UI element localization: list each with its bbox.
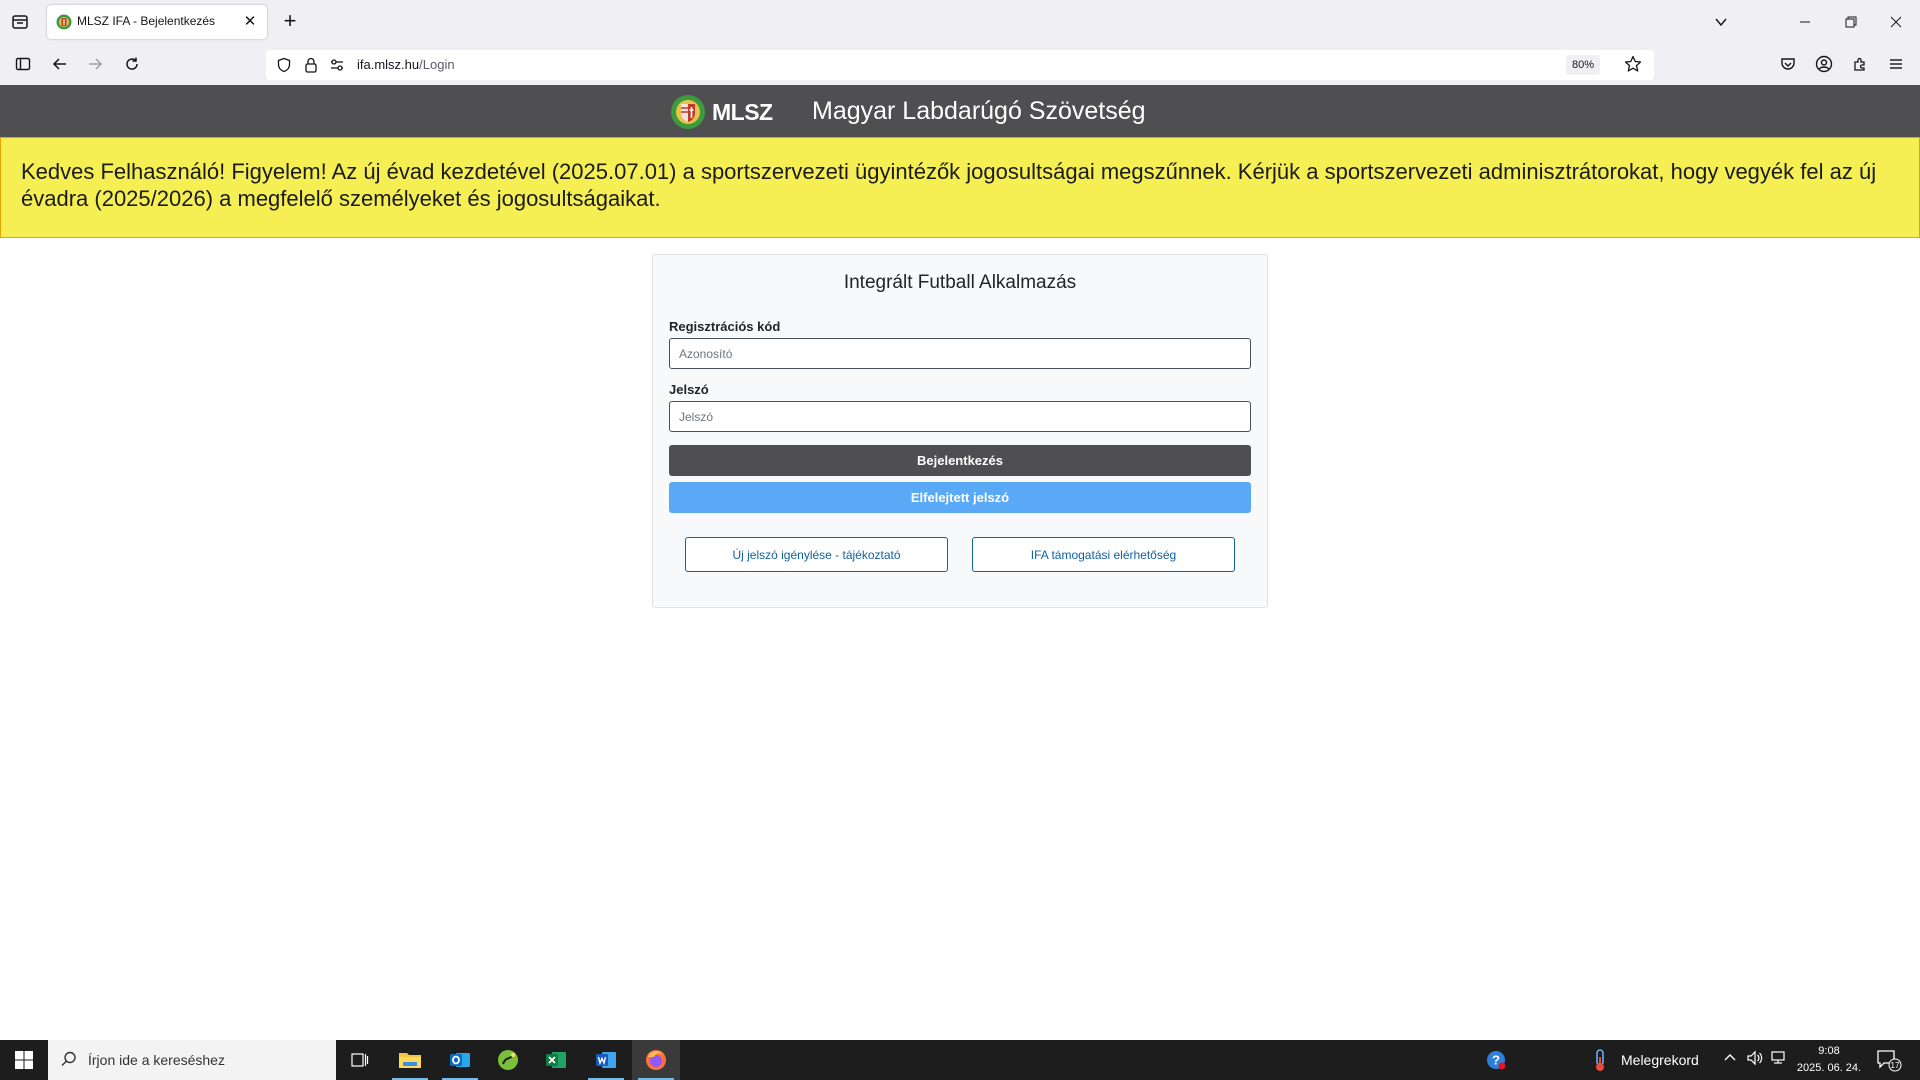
search-placeholder: Írjon ide a kereséshez [88,1052,225,1068]
navigation-toolbar: ifa.mlsz.hu/Login 80% [0,44,1920,85]
url-domain: ifa.mlsz.hu [357,57,420,72]
tab-list-icon[interactable] [8,10,32,34]
plus-icon[interactable]: + [280,7,300,35]
back-icon[interactable] [48,52,72,76]
tab-title: MLSZ IFA - Bejelentkezés [77,14,216,28]
thermometer-icon [1576,1040,1624,1080]
url-path: /Login [419,57,455,72]
excel-icon[interactable] [532,1040,580,1080]
windows-taskbar: Írjon ide a kereséshez ? Melegrekord 9:0… [0,1040,1920,1080]
pocket-icon[interactable] [1776,52,1800,76]
task-view-icon[interactable] [336,1040,384,1080]
file-explorer-icon[interactable] [386,1040,434,1080]
login-card: Integrált Futball Alkalmazás Regisztráci… [652,254,1268,608]
network-icon[interactable] [1769,1050,1787,1069]
close-icon[interactable]: ✕ [241,12,259,30]
app-title: Integrált Futball Alkalmazás [843,272,1077,293]
url-bar[interactable]: ifa.mlsz.hu/Login 80% [266,50,1654,80]
account-icon[interactable] [1812,52,1836,76]
tab-bar: MLSZ IFA - Bejelentkezés ✕ + [0,0,1920,44]
mlsz-crest-icon [671,95,705,129]
password-input[interactable] [669,401,1251,432]
windows-start-icon[interactable] [0,1040,48,1080]
browser-chrome: MLSZ IFA - Bejelentkezés ✕ + ifa.mlsz.hu… [0,0,1920,85]
taskbar-search-box[interactable]: Írjon ide a kereséshez [48,1040,336,1080]
registration-code-label: Regisztrációs kód [669,319,781,334]
new-password-info-button[interactable]: Új jelszó igénylése - tájékoztató [685,537,948,572]
clock-time: 9:08 [1818,1045,1840,1057]
maps-icon[interactable] [484,1040,532,1080]
login-button[interactable]: Bejelentkezés [669,445,1251,476]
mlsz-logo[interactable]: MLSZ [670,94,773,130]
forgot-password-button[interactable]: Elfelejtett jelszó [669,482,1251,513]
word-icon[interactable] [582,1040,630,1080]
mlsz-favicon-icon [56,14,72,30]
minimize-icon[interactable] [1793,10,1817,34]
weather-text[interactable]: Melegrekord [1621,1052,1699,1068]
logo-text: MLSZ [712,98,773,125]
clock-date: 2025. 06. 24. [1796,1062,1862,1074]
search-icon [60,1050,78,1073]
shield-icon[interactable] [276,57,292,78]
registration-code-input[interactable] [669,338,1251,369]
permissions-icon[interactable] [329,57,345,78]
extensions-icon[interactable] [1848,52,1872,76]
speaker-icon[interactable] [1746,1050,1764,1069]
reload-icon[interactable] [120,52,144,76]
zoom-level-badge[interactable]: 80% [1565,55,1600,75]
star-icon[interactable] [1624,55,1642,78]
chevron-up-icon[interactable] [1723,1050,1737,1067]
site-header: MLSZ Magyar Labdarúgó Szövetség [0,85,1920,137]
lock-icon[interactable] [303,56,319,79]
chevron-down-icon[interactable] [1709,10,1733,34]
federation-name: Magyar Labdarúgó Szövetség [812,97,1146,125]
sidebar-icon[interactable] [11,52,35,76]
help-icon[interactable]: ? [1472,1040,1520,1080]
season-warning-alert: Kedves Felhasználó! Figyelem! Az új évad… [0,137,1920,238]
active-tab[interactable]: MLSZ IFA - Bejelentkezés ✕ [47,5,267,39]
support-contact-button[interactable]: IFA támogatási elérhetőség [972,537,1235,572]
url-text[interactable]: ifa.mlsz.hu/Login [357,57,455,72]
forward-icon[interactable] [83,52,107,76]
password-label: Jelszó [669,382,709,397]
firefox-icon[interactable] [632,1040,680,1080]
restore-icon[interactable] [1839,10,1863,34]
notification-count: 17 [1891,1061,1900,1070]
close-window-icon[interactable] [1884,10,1908,34]
menu-icon[interactable] [1884,52,1908,76]
system-clock[interactable]: 9:08 2025. 06. 24. [1794,1043,1864,1077]
outlook-icon[interactable] [436,1040,484,1080]
notification-center-icon[interactable]: 17 [1876,1048,1902,1077]
